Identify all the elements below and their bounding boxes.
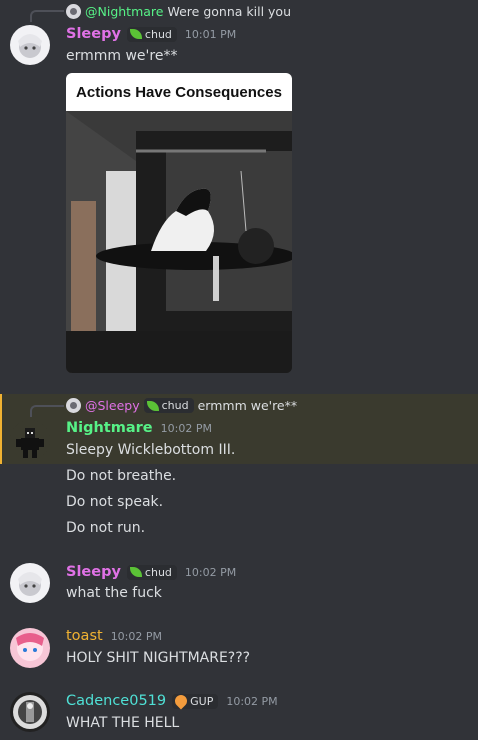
gup-icon xyxy=(172,692,190,710)
reply-connector xyxy=(30,10,64,22)
reply-mention[interactable]: @Sleepy xyxy=(85,398,140,413)
user-tag[interactable]: GUP xyxy=(172,692,219,710)
message-header: Cadence0519 GUP 10:02 PM xyxy=(66,692,278,710)
message-text: HOLY SHIT NIGHTMARE??? xyxy=(66,650,251,666)
leaf-icon xyxy=(146,400,159,411)
message-text: ermmm we're** xyxy=(66,48,178,64)
message-line: Do not breathe. xyxy=(66,468,177,484)
mention-highlight-bar xyxy=(0,394,2,464)
leaf-icon xyxy=(129,567,142,577)
reply-text: ermmm we're** xyxy=(197,398,298,413)
avatar[interactable] xyxy=(10,628,50,668)
avatar[interactable] xyxy=(10,563,50,603)
message-header: Sleepy chud 10:01 PM xyxy=(66,26,236,42)
leaf-icon xyxy=(129,29,142,39)
reply-preview[interactable]: @Sleepy chud ermmm we're** xyxy=(66,398,297,413)
timestamp[interactable]: 10:02 PM xyxy=(111,630,162,643)
tag-label: chud xyxy=(144,27,172,41)
gif-caption: Actions Have Consequences xyxy=(66,73,292,111)
reply-mention[interactable]: @Nightmare xyxy=(85,4,163,19)
message-line: Do not run. xyxy=(66,520,146,536)
reply-preview[interactable]: @Nightmare Were gonna kill you xyxy=(66,4,291,19)
user-tag[interactable]: chud xyxy=(126,564,177,580)
message-header: toast 10:02 PM xyxy=(66,628,162,644)
reply-connector xyxy=(30,405,64,417)
avatar[interactable] xyxy=(10,420,50,460)
gif-embed[interactable]: Actions Have Consequences xyxy=(66,73,292,373)
user-tag[interactable]: chud xyxy=(126,26,177,42)
message-header: Sleepy chud 10:02 PM xyxy=(66,564,236,580)
author-name[interactable]: Sleepy xyxy=(66,26,121,42)
avatar[interactable] xyxy=(10,692,50,732)
message-line: Sleepy Wicklebottom III. xyxy=(66,442,236,458)
avatar[interactable] xyxy=(10,25,50,65)
reply-text: Were gonna kill you xyxy=(167,4,291,19)
message-header: Nightmare 10:02 PM xyxy=(66,420,212,436)
timestamp[interactable]: 10:02 PM xyxy=(161,422,212,435)
tag-label: chud xyxy=(144,565,172,579)
message-line: Do not speak. xyxy=(66,494,164,510)
timestamp[interactable]: 10:01 PM xyxy=(185,28,236,41)
tag-label: GUP xyxy=(190,694,214,708)
timestamp[interactable]: 10:02 PM xyxy=(185,566,236,579)
author-name[interactable]: Nightmare xyxy=(66,420,153,436)
author-name[interactable]: Sleepy xyxy=(66,564,121,580)
reply-avatar xyxy=(66,4,81,19)
author-name[interactable]: Cadence0519 xyxy=(66,693,166,709)
reply-tag-label: chud xyxy=(161,399,189,412)
reply-avatar xyxy=(66,398,81,413)
author-name[interactable]: toast xyxy=(66,628,103,644)
message-text: WHAT THE HELL xyxy=(66,715,180,731)
message-text: what the fuck xyxy=(66,585,162,601)
reply-user-tag: chud xyxy=(143,398,194,413)
gif-image xyxy=(66,111,292,373)
timestamp[interactable]: 10:02 PM xyxy=(226,695,277,708)
